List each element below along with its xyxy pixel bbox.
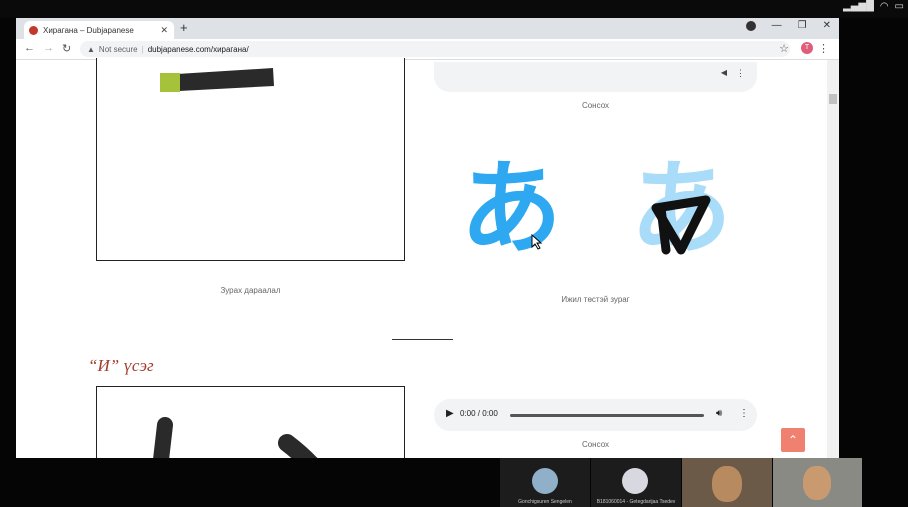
volume-icon-2[interactable]: 🔊︎ (716, 408, 722, 419)
scroll-to-top-button[interactable]: ⌃ (781, 428, 805, 452)
participant-tile-1[interactable]: Gonchigsuren Sengelen (500, 458, 590, 507)
url-text: dubjapanese.com/хирагана/ (147, 44, 249, 54)
listen-caption-2: Сонсох (581, 440, 610, 449)
tab-search-icon[interactable] (745, 20, 756, 31)
new-tab-button[interactable]: + (180, 20, 188, 35)
stroke-order-caption: Зурах дараалал (220, 286, 281, 295)
separator: | (141, 44, 144, 54)
forward-icon[interactable]: → (43, 42, 54, 54)
wifi-icon: ◠ (879, 1, 889, 12)
participant-tile-2[interactable]: B181060014 - Getegdarijaa Tsedev (591, 458, 681, 507)
participant-face-3 (712, 466, 742, 502)
not-secure-label: Not secure (98, 44, 138, 54)
participant-video-4[interactable] (773, 458, 862, 507)
hiragana-a-image: あ (460, 150, 562, 269)
participant-video-3[interactable] (682, 458, 772, 507)
os-top-bar: ▂▄▆█ ◠ ▭ (0, 0, 908, 18)
close-tab-icon[interactable]: ✕ (160, 25, 168, 36)
profile-avatar[interactable]: T (801, 42, 813, 54)
page-content: Зурах дараалал ◀ ⋮ Сонсох あ あ Ижил төстэ… (16, 58, 827, 458)
video-call-strip: Gonchigsuren Sengelen B181060014 - Geteg… (500, 458, 862, 507)
browser-toolbar: ← → ↻ ▲ Not secure | dubjapanese.com/хир… (16, 39, 839, 60)
favicon-icon (29, 25, 38, 35)
mouse-cursor-icon (531, 234, 543, 250)
audio-progress-bar[interactable] (510, 414, 704, 417)
bookmark-star-icon[interactable]: ☆ (779, 42, 789, 55)
warning-icon: ▲ (87, 44, 95, 54)
tab-title: Хирагана – Dubjapanese (43, 25, 134, 35)
section-divider (392, 339, 453, 340)
similar-image: あ (626, 150, 736, 270)
participant-name-2: B181060014 - Getegdarijaa Tsedev (596, 499, 676, 505)
back-icon[interactable]: ← (24, 42, 35, 54)
signal-icon: ▂▄▆█ (843, 1, 874, 12)
reload-icon[interactable]: ↻ (62, 42, 71, 55)
overlay-drawing (651, 195, 711, 255)
battery-icon: ▭ (894, 1, 904, 12)
listen-caption-1: Сонсох (581, 101, 610, 110)
audio-time: 0:00 / 0:00 (460, 409, 498, 418)
similar-caption: Ижил төстэй зураг (561, 295, 630, 304)
tab-bar: Хирагана – Dubjapanese ✕ + — ❐ ✕ (16, 18, 839, 39)
stroke-drawing (160, 68, 274, 92)
volume-icon[interactable]: ◀ (721, 68, 727, 77)
scrollbar-thumb[interactable] (829, 94, 837, 104)
participant-name-1: Gonchigsuren Sengelen (518, 499, 572, 505)
restore-icon[interactable]: ❐ (798, 20, 807, 31)
participant-face-4 (803, 466, 831, 500)
window-controls: — ❐ ✕ (745, 20, 831, 31)
browser-tab[interactable]: Хирагана – Dubjapanese ✕ (24, 21, 174, 39)
stroke-start-marker (160, 73, 180, 92)
play-icon[interactable]: ▶ (446, 408, 454, 419)
menu-icon[interactable]: ⋮ (818, 42, 829, 55)
participant-avatar-1 (532, 468, 558, 494)
close-window-icon[interactable]: ✕ (823, 20, 831, 31)
stroke-order-image (96, 58, 405, 261)
browser-window: Хирагана – Dubjapanese ✕ + — ❐ ✕ ← → ↻ ▲… (16, 18, 839, 458)
stroke-drawing-2 (153, 417, 318, 458)
section-title: “И” үсэг (88, 356, 154, 375)
participant-avatar-2 (622, 468, 648, 494)
page-scrollbar[interactable] (827, 60, 839, 458)
audio-menu-icon[interactable]: ⋮ (736, 68, 745, 79)
os-status-area: ▂▄▆█ ◠ ▭ (843, 1, 904, 12)
address-bar[interactable]: ▲ Not secure | dubjapanese.com/хирагана/ (80, 41, 790, 57)
minimize-icon[interactable]: — (772, 20, 782, 31)
audio-player-2[interactable]: ▶ 0:00 / 0:00 🔊︎ ⋮ (434, 399, 757, 431)
audio-player-1[interactable]: ◀ ⋮ (434, 62, 757, 92)
stroke-order-image-2 (96, 386, 405, 458)
audio-menu-icon-2[interactable]: ⋮ (739, 408, 749, 419)
